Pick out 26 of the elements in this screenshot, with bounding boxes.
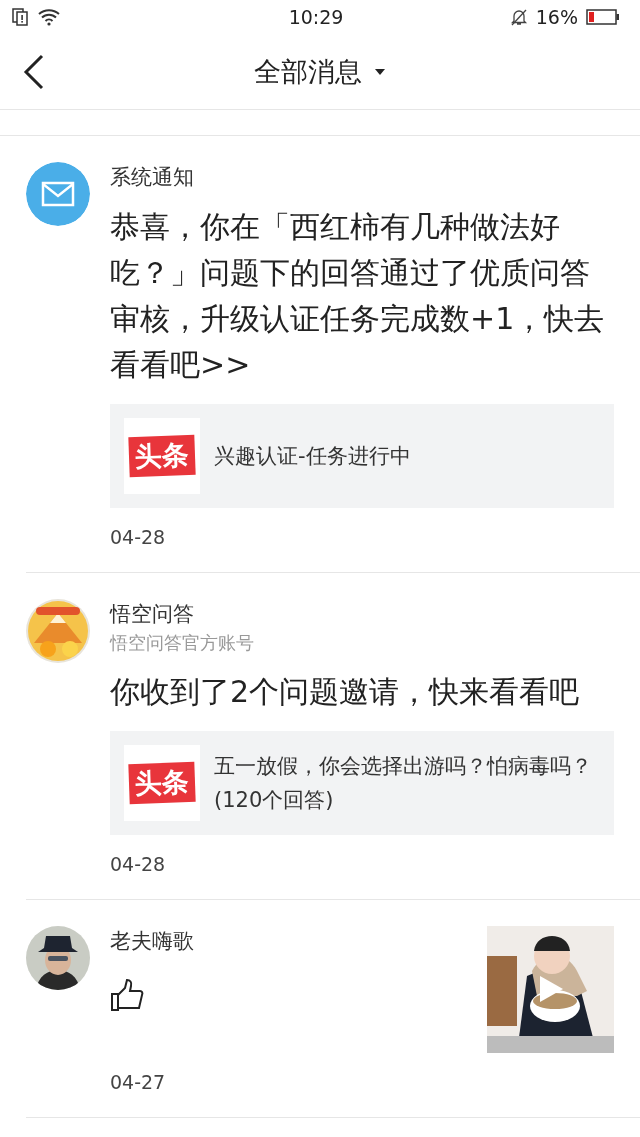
wifi-icon xyxy=(38,8,62,26)
title-dropdown[interactable]: 全部消息 xyxy=(254,53,386,90)
low-battery-icon xyxy=(586,9,620,25)
message-date: 04-28 xyxy=(110,526,167,548)
back-icon[interactable] xyxy=(22,54,46,90)
card-text: 五一放假，你会选择出游吗？怕病毒吗？(120个回答) xyxy=(214,753,593,814)
linked-card[interactable]: 头条 五一放假，你会选择出游吗？怕病毒吗？(120个回答) xyxy=(110,731,614,835)
sender-name: 老夫嗨歌 xyxy=(110,928,194,955)
account-description: 悟空问答官方账号 xyxy=(110,631,255,655)
caret-icon xyxy=(374,67,386,76)
play-icon[interactable] xyxy=(537,974,565,1004)
sim-alert-icon xyxy=(12,8,28,26)
message-date: 04-27 xyxy=(110,1071,167,1093)
clock-time: 10:29 xyxy=(288,6,344,28)
sender-name: 系统通知 xyxy=(110,164,195,191)
message-text[interactable]: 你收到了2个问题邀请，快来看看吧 xyxy=(110,669,580,715)
app-logo: 头条 xyxy=(128,434,196,478)
linked-card[interactable]: 头条 兴趣认证-任务进行中 xyxy=(110,404,614,508)
message-date: 04-28 xyxy=(110,853,167,875)
card-text: 兴趣认证-任务进行中 xyxy=(214,443,411,470)
muted-bell-icon xyxy=(509,8,528,26)
battery-percent: 16% xyxy=(535,6,578,28)
thumbs-up-icon xyxy=(110,978,144,1012)
sender-name: 悟空问答 xyxy=(110,601,195,628)
app-logo: 头条 xyxy=(128,761,196,805)
message-text[interactable]: 恭喜，你在「西红柿有几种做法好吃？」问题下的回答通过了优质问答审核，升级认证任务完成数+1，快去看看吧>> xyxy=(110,204,614,388)
